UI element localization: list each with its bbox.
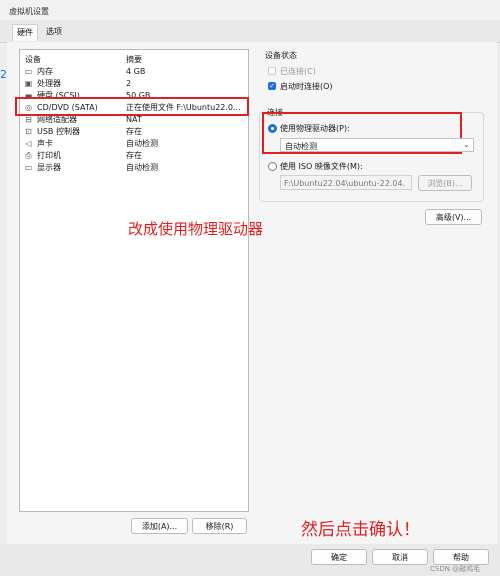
watermark: CSDN @敲鸡毛 xyxy=(430,565,481,573)
device-summary: 存在 xyxy=(126,151,142,160)
network-adapter-icon: ⊟ xyxy=(25,115,32,124)
processor-icon: ▣ xyxy=(24,79,33,88)
device-row-display[interactable]: ▭ 显示器 自动检测 xyxy=(20,162,248,174)
display-icon: ▭ xyxy=(24,163,33,172)
device-summary: 自动检测 xyxy=(126,139,158,148)
device-summary: 存在 xyxy=(126,127,142,136)
connect-at-power-on-label: 启动时连接(O) xyxy=(280,82,333,91)
printer-icon: ⎙ xyxy=(25,151,32,160)
connected-checkbox[interactable] xyxy=(268,67,276,75)
device-row-sound-card[interactable]: ◁ 声卡 自动检测 xyxy=(20,138,248,150)
background-window-fragment: 2 xyxy=(0,68,7,81)
device-name: 处理器 xyxy=(37,79,61,88)
device-name: 显示器 xyxy=(37,163,61,172)
device-row-printer[interactable]: ⎙ 打印机 存在 xyxy=(20,150,248,162)
cd-dvd-highlight-box xyxy=(15,97,249,116)
annotation-click-ok: 然后点击确认！ xyxy=(301,520,420,540)
device-list[interactable]: 设备 摘要 ▭ 内存 4 GB ▣ 处理器 2 ▬ 硬盘 (SCSI) 50 G… xyxy=(19,49,249,512)
tab-hardware[interactable]: 硬件 xyxy=(12,24,38,41)
device-name: USB 控制器 xyxy=(37,127,80,136)
physical-drive-label: 使用物理驱动器(P): xyxy=(280,124,350,133)
device-name: 声卡 xyxy=(37,139,53,148)
add-button[interactable]: 添加(A)... xyxy=(131,518,188,534)
remove-button[interactable]: 移除(R) xyxy=(192,518,247,534)
iso-file-label: 使用 ISO 映像文件(M): xyxy=(280,162,363,171)
browse-button[interactable]: 浏览(B)... xyxy=(418,175,472,191)
column-header-device: 设备 xyxy=(25,55,41,64)
physical-drive-radio[interactable] xyxy=(268,124,277,133)
physical-drive-select[interactable]: 自动检测 ⌄ xyxy=(280,138,474,152)
memory-icon: ▭ xyxy=(24,67,33,76)
annotation-use-physical-drive: 改成使用物理驱动器 xyxy=(128,220,264,238)
help-button[interactable]: 帮助 xyxy=(433,549,489,565)
tab-bar: 硬件 选项 xyxy=(0,20,500,43)
sound-card-icon: ◁ xyxy=(25,139,32,148)
tab-options[interactable]: 选项 xyxy=(42,24,66,40)
advanced-button[interactable]: 高级(V)... xyxy=(425,209,482,225)
usb-icon: ⊡ xyxy=(25,127,32,136)
device-summary: 自动检测 xyxy=(126,163,158,172)
iso-path-input[interactable]: F:\Ubuntu22.04\ubuntu-22.04. xyxy=(280,175,412,190)
connect-at-power-on-checkbox[interactable]: ✓ xyxy=(268,82,276,90)
device-row-processor[interactable]: ▣ 处理器 2 xyxy=(20,78,248,90)
device-name: 打印机 xyxy=(37,151,61,160)
column-header-summary: 摘要 xyxy=(126,55,142,64)
device-name: 内存 xyxy=(37,67,53,76)
connected-label: 已连接(C) xyxy=(280,67,316,76)
window-title: 虚拟机设置 xyxy=(9,7,49,16)
device-summary: 4 GB xyxy=(126,67,146,76)
physical-drive-value: 自动检测 xyxy=(285,142,317,151)
chevron-down-icon[interactable]: ⌄ xyxy=(463,140,470,149)
device-row-memory[interactable]: ▭ 内存 4 GB xyxy=(20,66,248,78)
iso-file-radio[interactable] xyxy=(268,162,277,171)
title-bar: 虚拟机设置 xyxy=(0,0,500,20)
cancel-button[interactable]: 取消 xyxy=(372,549,428,565)
device-summary: 2 xyxy=(126,79,132,88)
iso-path-value: F:\Ubuntu22.04\ubuntu-22.04. xyxy=(284,179,406,188)
device-row-usb-controller[interactable]: ⊡ USB 控制器 存在 xyxy=(20,126,248,138)
device-status-label: 设备状态 xyxy=(265,51,297,60)
ok-button[interactable]: 确定 xyxy=(311,549,367,565)
